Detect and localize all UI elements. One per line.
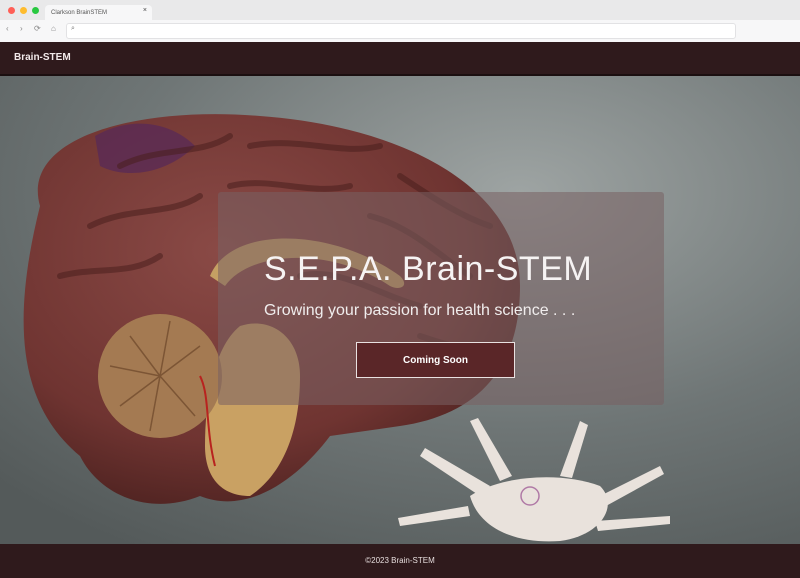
tab-close-icon[interactable]: × [143,7,147,14]
tab-title: Clarkson BrainSTEM [51,9,108,16]
home-icon[interactable]: ⌂ [51,24,56,33]
reload-icon[interactable]: ⟳ [34,24,41,33]
window-controls [8,7,39,14]
browser-chrome: Clarkson BrainSTEM × ‹ › ⟳ ⌂ ⌕ [0,0,800,43]
hero-title: S.E.P.A. Brain-STEM [264,250,593,288]
browser-tab[interactable]: Clarkson BrainSTEM × [45,5,152,20]
footer-copyright: ©2023 Brain-STEM [365,556,435,565]
search-icon: ⌕ [71,25,75,32]
site-footer: ©2023 Brain-STEM [0,544,800,578]
forward-icon[interactable]: › [20,24,23,33]
address-bar[interactable]: ⌕ [66,23,736,39]
coming-soon-button[interactable]: Coming Soon [356,342,515,378]
brand-link[interactable]: Brain-STEM [14,52,71,63]
back-icon[interactable]: ‹ [6,24,9,33]
close-window-button[interactable] [8,7,15,14]
site-navbar: Brain-STEM [0,42,800,76]
minimize-window-button[interactable] [20,7,27,14]
hero-subtitle: Growing your passion for health science … [264,302,576,319]
maximize-window-button[interactable] [32,7,39,14]
